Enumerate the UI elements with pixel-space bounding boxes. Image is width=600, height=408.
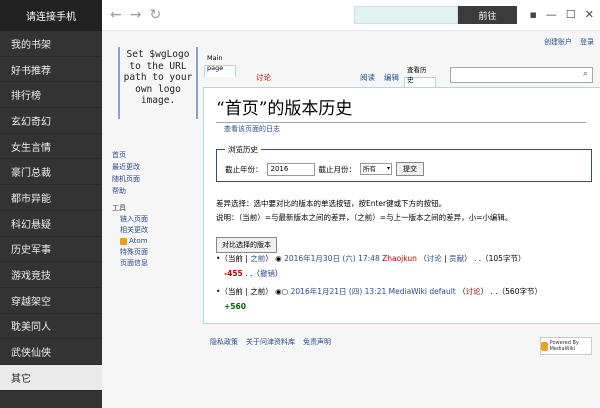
tool-page-info[interactable]: 页面信息: [112, 258, 148, 269]
prev-link[interactable]: 之前: [250, 254, 265, 263]
page-tabs: Main page 讨论 阅读 编辑 查看历史 ⌕: [204, 54, 600, 89]
tool-what-links-here[interactable]: 链入页面: [112, 214, 148, 225]
login-link[interactable]: 登录: [580, 37, 594, 47]
browser-toolbar: ← → ↻ 前往 ▪ — ☐ ✕: [102, 0, 600, 31]
tool-related-changes[interactable]: 相关更改: [112, 225, 148, 236]
talk-link[interactable]: 讨论: [466, 287, 481, 296]
refresh-icon[interactable]: ↻: [149, 7, 161, 23]
undo-link[interactable]: 撤销: [260, 269, 275, 278]
user-link[interactable]: Zhaojkun: [382, 254, 417, 263]
app-sidebar: 请连接手机 我的书架 好书推荐 排行榜 玄幻奇幻 女生言情 豪门总裁 都市异能 …: [0, 0, 102, 408]
submit-button[interactable]: 提交: [396, 162, 424, 176]
page-title: “首页”的版本历史: [216, 94, 586, 123]
browse-history-fieldset: 浏览历史 截止年份： 2016 截止月份： 所有 ▾ 提交: [216, 144, 592, 182]
back-arrow-icon[interactable]: ←: [110, 7, 122, 23]
app-window: 请连接手机 我的书架 好书推荐 排行榜 玄幻奇幻 女生言情 豪门总裁 都市异能 …: [0, 0, 600, 408]
size-change: -455: [224, 269, 243, 278]
nav-help[interactable]: 帮助: [112, 185, 140, 197]
sidebar-item-history[interactable]: 历史军事: [0, 237, 102, 263]
tab-talk[interactable]: 讨论: [252, 65, 275, 87]
sidebar-item-fanfic[interactable]: 耽美同人: [0, 314, 102, 340]
forward-arrow-icon[interactable]: →: [130, 7, 142, 23]
address-input[interactable]: [354, 6, 458, 24]
tool-atom[interactable]: Atom: [112, 236, 148, 247]
size-change: +560: [224, 302, 246, 311]
sidebar-item-games[interactable]: 游戏竞技: [0, 262, 102, 288]
sidebar-item-scifi[interactable]: 科幻悬疑: [0, 211, 102, 237]
footer-links: 隐私政策 关于问津资料库 免责声明: [210, 337, 331, 347]
cur-label: 当前: [227, 254, 243, 263]
user-nav: 创建账户 登录: [544, 37, 594, 47]
sidebar-item-urban[interactable]: 都市异能: [0, 185, 102, 211]
year-input[interactable]: 2016: [266, 162, 315, 176]
rss-icon: [120, 237, 127, 245]
sidebar-item-wuxia[interactable]: 武侠仙侠: [0, 339, 102, 365]
connect-phone-header[interactable]: 请连接手机: [0, 0, 102, 31]
legend-note: 说明：（当前）=与最新版本之间的差异，（之前）=与上一版本之间的差异，小=小编辑…: [216, 213, 513, 222]
wiki-logo[interactable]: Set $wgLogo to the URL path to your own …: [118, 47, 198, 119]
message-icon[interactable]: ▪: [529, 8, 536, 21]
nav-panel: 首页 最近更改 随机页面 帮助: [112, 149, 140, 197]
nav-buttons: ← → ↻: [110, 7, 161, 23]
sidebar-item-other[interactable]: 其它: [0, 364, 102, 391]
tab-read[interactable]: 阅读: [356, 65, 379, 87]
history-row: •（当前 | 之前） ◉ 2016年1月30日 (六) 17:48 Zhaojk…: [216, 254, 526, 278]
nav-main-page[interactable]: 首页: [112, 149, 140, 161]
tools-panel: 工具 链入页面 相关更改 Atom 特殊页面 页面信息: [112, 203, 148, 269]
disclaimer-link[interactable]: 免责声明: [303, 337, 331, 347]
search-input[interactable]: ⌕: [450, 67, 593, 83]
nav-recent-changes[interactable]: 最近更改: [112, 161, 140, 173]
minimize-icon[interactable]: —: [546, 8, 557, 21]
tool-special-pages[interactable]: 特殊页面: [112, 247, 148, 258]
sidebar-item-timetravel[interactable]: 穿越架空: [0, 288, 102, 314]
radio-button[interactable]: ◉○: [275, 287, 288, 296]
user-link[interactable]: MediaWiki default: [389, 287, 456, 296]
view-log-link[interactable]: 查看该页面的日志: [224, 124, 280, 134]
about-link[interactable]: 关于问津资料库: [246, 337, 295, 347]
sidebar-item-romance[interactable]: 女生言情: [0, 134, 102, 160]
sidebar-item-fantasy[interactable]: 玄幻奇幻: [0, 108, 102, 134]
maximize-icon[interactable]: ☐: [566, 8, 576, 21]
tab-main-page[interactable]: Main page: [204, 54, 236, 77]
nav-random-page[interactable]: 随机页面: [112, 173, 140, 185]
sidebar-item-bookshelf[interactable]: 我的书架: [0, 31, 102, 57]
sidebar-item-recommend[interactable]: 好书推荐: [0, 57, 102, 83]
browse-history-row: 截止年份： 2016 截止月份： 所有 ▾ 提交: [225, 162, 424, 176]
create-account-link[interactable]: 创建账户: [544, 37, 572, 47]
powered-by-mediawiki-badge[interactable]: Powered By MediaWiki: [540, 337, 592, 355]
mediawiki-logo-icon: [541, 341, 548, 351]
talk-link[interactable]: 讨论: [427, 254, 442, 263]
diff-selection-note: 差异选择：选中要对比的版本的单选按钮，按Enter键或下方的按钮。: [216, 199, 447, 208]
search-icon[interactable]: ⌕: [583, 69, 588, 79]
year-label: 截止年份：: [225, 164, 263, 174]
browse-history-legend: 浏览历史: [225, 144, 261, 155]
contrib-link[interactable]: 贡献: [449, 254, 464, 263]
go-button[interactable]: 前往: [458, 6, 517, 24]
sidebar-item-ranking[interactable]: 排行榜: [0, 82, 102, 109]
close-icon[interactable]: ✕: [585, 8, 594, 21]
month-label: 截止月份：: [318, 164, 357, 174]
sidebar-item-ceo[interactable]: 豪门总裁: [0, 159, 102, 186]
tools-heading: 工具: [112, 204, 126, 212]
chevron-down-icon: ▾: [386, 165, 390, 172]
wiki-page: Set $wgLogo to the URL path to your own …: [102, 31, 600, 408]
privacy-link[interactable]: 隐私政策: [210, 337, 238, 347]
month-select[interactable]: 所有 ▾: [360, 163, 392, 175]
size-value: 105字节: [488, 254, 518, 263]
window-controls: ▪ — ☐ ✕: [529, 8, 594, 21]
history-row: •（当前 | 之前） ◉○ 2016年1月21日 (四) 13:21 Media…: [216, 287, 542, 311]
size-value: 560字节: [505, 287, 535, 296]
tab-edit[interactable]: 编辑: [380, 65, 403, 87]
content-area: “首页”的版本历史 查看该页面的日志 浏览历史 截止年份： 2016 截止月份：…: [203, 87, 600, 324]
radio-button[interactable]: ◉: [275, 254, 282, 263]
revision-date-link[interactable]: 2016年1月30日 (六) 17:48: [284, 254, 380, 263]
cur-label: 当前: [227, 287, 243, 296]
prev-label: 之前: [250, 287, 266, 296]
revision-date-link[interactable]: 2016年1月21日 (四) 13:21: [291, 287, 387, 296]
